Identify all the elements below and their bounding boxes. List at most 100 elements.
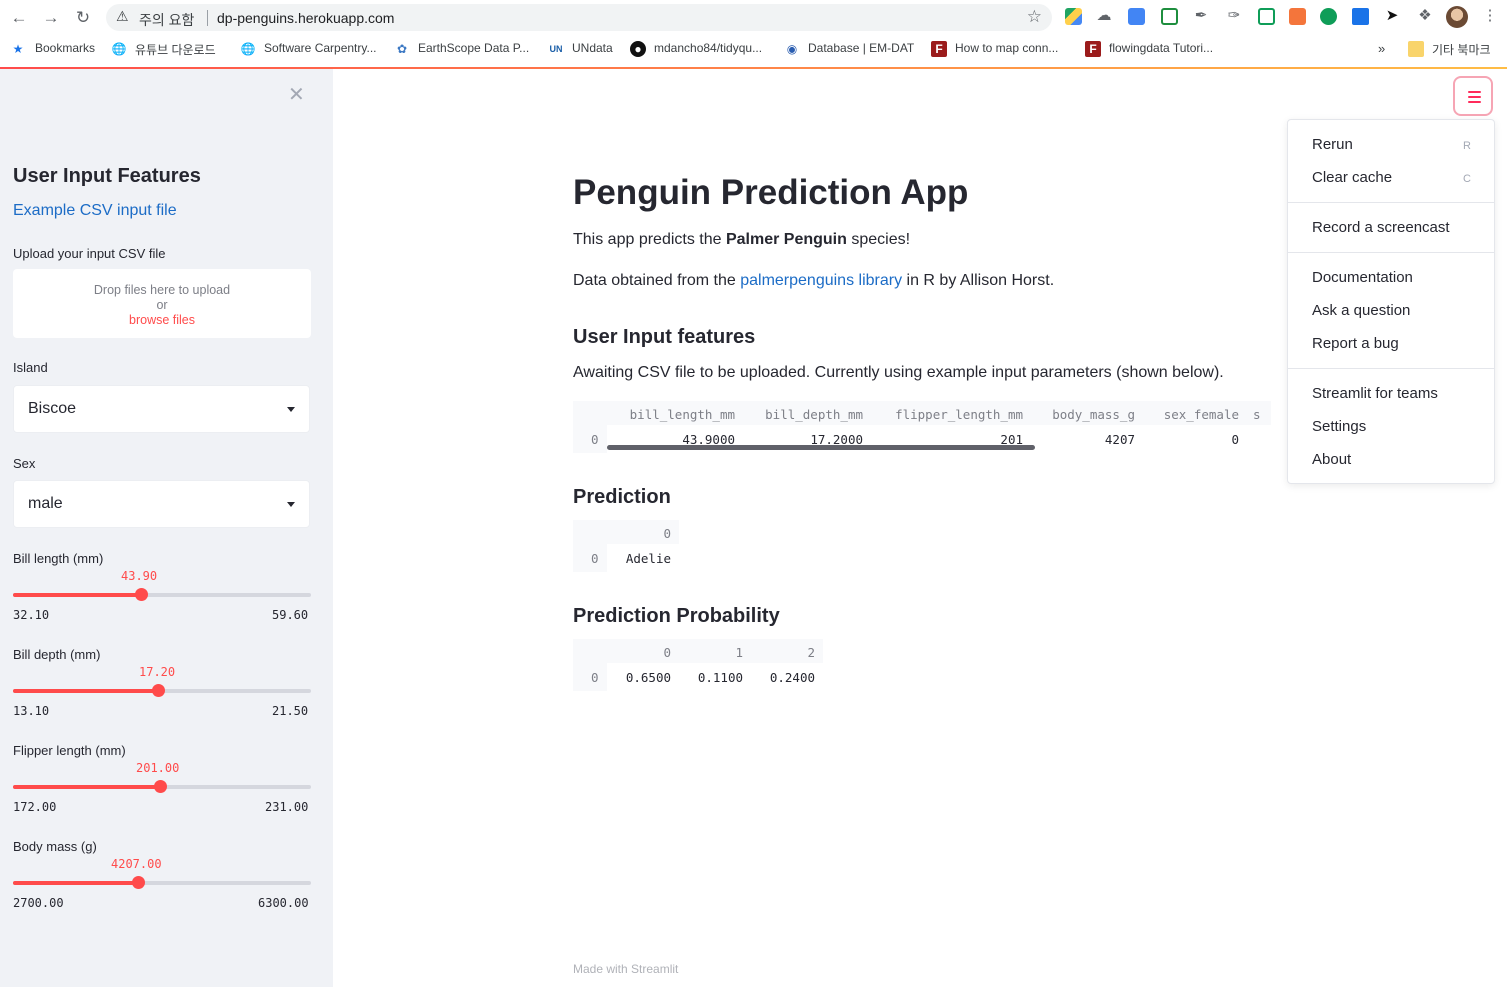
prediction-table[interactable]: 0 0 Adelie bbox=[573, 520, 679, 572]
other-bookmarks[interactable]: 기타 북마크 bbox=[1432, 41, 1491, 58]
menu-item-about[interactable]: About bbox=[1312, 451, 1351, 468]
palmerpenguins-link[interactable]: palmerpenguins library bbox=[740, 272, 902, 289]
hamburger-menu-button[interactable] bbox=[1453, 76, 1493, 116]
address-bar[interactable]: ⚠ 주의 요함 dp-penguins.herokuapp.com ☆ bbox=[106, 4, 1052, 31]
un-icon: UN bbox=[549, 44, 563, 54]
slider-thumb[interactable] bbox=[153, 780, 167, 793]
menu-item-report-bug[interactable]: Report a bug bbox=[1312, 335, 1399, 352]
address-separator bbox=[207, 10, 208, 26]
profile-avatar[interactable] bbox=[1446, 6, 1468, 28]
menu-divider bbox=[1288, 202, 1494, 203]
upload-label: Upload your input CSV file bbox=[13, 246, 166, 261]
menu-divider bbox=[1288, 368, 1494, 369]
flipper-length-value: 201.00 bbox=[136, 761, 180, 775]
cursor-extension-icon[interactable]: ➤ bbox=[1383, 6, 1401, 26]
chevron-down-icon bbox=[287, 502, 295, 507]
sidebar: ✕ User Input Features Example CSV input … bbox=[0, 69, 333, 987]
bookmarks-overflow-button[interactable]: » bbox=[1378, 41, 1385, 56]
intro-text: This app predicts the bbox=[573, 231, 726, 248]
menu-item-ask-question[interactable]: Ask a question bbox=[1312, 302, 1410, 319]
browser-chrome: ← → ↻ ⚠ 주의 요함 dp-penguins.herokuapp.com … bbox=[0, 0, 1507, 69]
bookmarks-bar: ★ Bookmarks 🌐 유튜브 다운로드 🌐 Software Carpen… bbox=[0, 36, 1507, 62]
input-features-table[interactable]: bill_length_mm bill_depth_mm flipper_len… bbox=[573, 401, 1271, 453]
extensions-puzzle-icon[interactable]: ❖ bbox=[1416, 6, 1434, 26]
bookmark-item[interactable]: Database | EM-DAT bbox=[808, 41, 914, 55]
star-icon: ★ bbox=[12, 42, 24, 56]
hangouts-icon[interactable] bbox=[1320, 8, 1337, 25]
bookmark-item[interactable]: Software Carpentry... bbox=[264, 41, 377, 55]
menu-icon-line bbox=[1468, 101, 1481, 103]
body-mass-slider[interactable] bbox=[13, 876, 311, 889]
bookmark-item[interactable]: EarthScope Data P... bbox=[418, 41, 529, 55]
crop-extension-icon[interactable] bbox=[1161, 8, 1178, 25]
menu-item-rerun[interactable]: Rerun bbox=[1312, 136, 1353, 153]
bookmark-item[interactable]: flowingdata Tutori... bbox=[1109, 41, 1213, 55]
bill-depth-slider[interactable] bbox=[13, 684, 311, 697]
forward-icon[interactable]: → bbox=[40, 7, 62, 29]
bill-length-min: 32.10 bbox=[13, 608, 50, 622]
earthscope-icon: ✿ bbox=[396, 42, 408, 56]
slider-thumb[interactable] bbox=[134, 588, 148, 601]
github-icon: ● bbox=[630, 41, 646, 57]
bookmark-item[interactable]: How to map conn... bbox=[955, 41, 1058, 55]
globe-icon: 🌐 bbox=[240, 42, 256, 56]
chevron-down-icon bbox=[287, 407, 295, 412]
data-source-text: Data obtained from the bbox=[573, 272, 741, 289]
sheets-extension-icon[interactable] bbox=[1258, 8, 1275, 25]
menu-item-clear-cache[interactable]: Clear cache bbox=[1312, 169, 1392, 186]
flipper-length-min: 172.00 bbox=[13, 800, 57, 814]
scholar-icon[interactable] bbox=[1352, 8, 1369, 25]
browser-toolbar: ← → ↻ ⚠ 주의 요함 dp-penguins.herokuapp.com … bbox=[0, 0, 1507, 34]
url-text[interactable]: dp-penguins.herokuapp.com bbox=[217, 10, 394, 26]
table-row: Adelie bbox=[607, 544, 679, 572]
bookmark-star-icon[interactable]: ☆ bbox=[1027, 7, 1042, 27]
prediction-probability-table[interactable]: 0 1 2 0 0.6500 0.1100 0.2400 bbox=[573, 639, 823, 691]
menu-item-record-screencast[interactable]: Record a screencast bbox=[1312, 219, 1450, 236]
table-header-cell: 2 bbox=[807, 645, 815, 660]
slider-thumb[interactable] bbox=[152, 684, 166, 697]
table-header-cell: 1 bbox=[735, 645, 743, 660]
cloud-icon[interactable]: ☁ bbox=[1095, 6, 1113, 26]
island-select-value: Biscoe bbox=[28, 400, 77, 417]
emdat-icon: ◉ bbox=[786, 42, 798, 56]
menu-item-settings[interactable]: Settings bbox=[1312, 418, 1366, 435]
kebab-menu-icon[interactable]: ⋮ bbox=[1481, 6, 1499, 26]
menu-icon-line bbox=[1468, 96, 1481, 98]
browse-files-button[interactable]: browse files bbox=[13, 313, 311, 327]
table-horizontal-scrollbar[interactable] bbox=[607, 445, 1035, 450]
data-source-paragraph: Data obtained from the palmerpenguins li… bbox=[573, 272, 1054, 290]
sex-select[interactable]: male bbox=[13, 480, 310, 528]
bookmark-item[interactable]: UNdata bbox=[572, 41, 613, 55]
bill-length-slider[interactable] bbox=[13, 588, 311, 601]
bill-depth-max: 21.50 bbox=[272, 704, 309, 718]
bookmark-item[interactable]: 유튜브 다운로드 bbox=[135, 41, 216, 58]
bookmark-item[interactable]: mdancho84/tidyqu... bbox=[654, 41, 762, 55]
slider-fill bbox=[13, 689, 159, 693]
table-header-cell: sex_female bbox=[1163, 407, 1239, 422]
island-select[interactable]: Biscoe bbox=[13, 385, 310, 433]
table-cell: 0.1100 bbox=[697, 670, 743, 685]
bookmark-item[interactable]: Bookmarks bbox=[35, 41, 95, 55]
body-mass-max: 6300.00 bbox=[258, 896, 309, 910]
menu-item-streamlit-teams[interactable]: Streamlit for teams bbox=[1312, 385, 1438, 402]
security-warning-label: 주의 요함 bbox=[139, 12, 195, 28]
flowingdata-icon: F bbox=[931, 41, 947, 57]
brush-icon[interactable]: ✑ bbox=[1225, 6, 1243, 26]
warning-icon: ⚠ bbox=[116, 8, 129, 24]
awaiting-csv-note: Awaiting CSV file to be uploaded. Curren… bbox=[573, 364, 1224, 381]
globe-icon: 🌐 bbox=[111, 42, 127, 56]
flipper-length-slider[interactable] bbox=[13, 780, 311, 793]
menu-item-documentation[interactable]: Documentation bbox=[1312, 269, 1413, 286]
eyedropper-icon[interactable]: ✒ bbox=[1192, 6, 1210, 26]
ex-extension-icon[interactable] bbox=[1289, 8, 1306, 25]
reload-icon[interactable]: ↻ bbox=[72, 7, 94, 29]
back-icon[interactable]: ← bbox=[8, 7, 30, 29]
file-dropzone[interactable]: Drop files here to upload or browse file… bbox=[13, 269, 311, 338]
close-sidebar-icon[interactable]: ✕ bbox=[288, 85, 305, 105]
made-with-streamlit[interactable]: Made with Streamlit bbox=[573, 962, 678, 976]
google-translate-icon[interactable] bbox=[1128, 8, 1145, 25]
table-header-cell: flipper_length_mm bbox=[895, 407, 1023, 422]
slider-thumb[interactable] bbox=[131, 876, 145, 889]
google-drive-icon[interactable] bbox=[1065, 8, 1082, 25]
example-csv-link[interactable]: Example CSV input file bbox=[13, 202, 177, 220]
